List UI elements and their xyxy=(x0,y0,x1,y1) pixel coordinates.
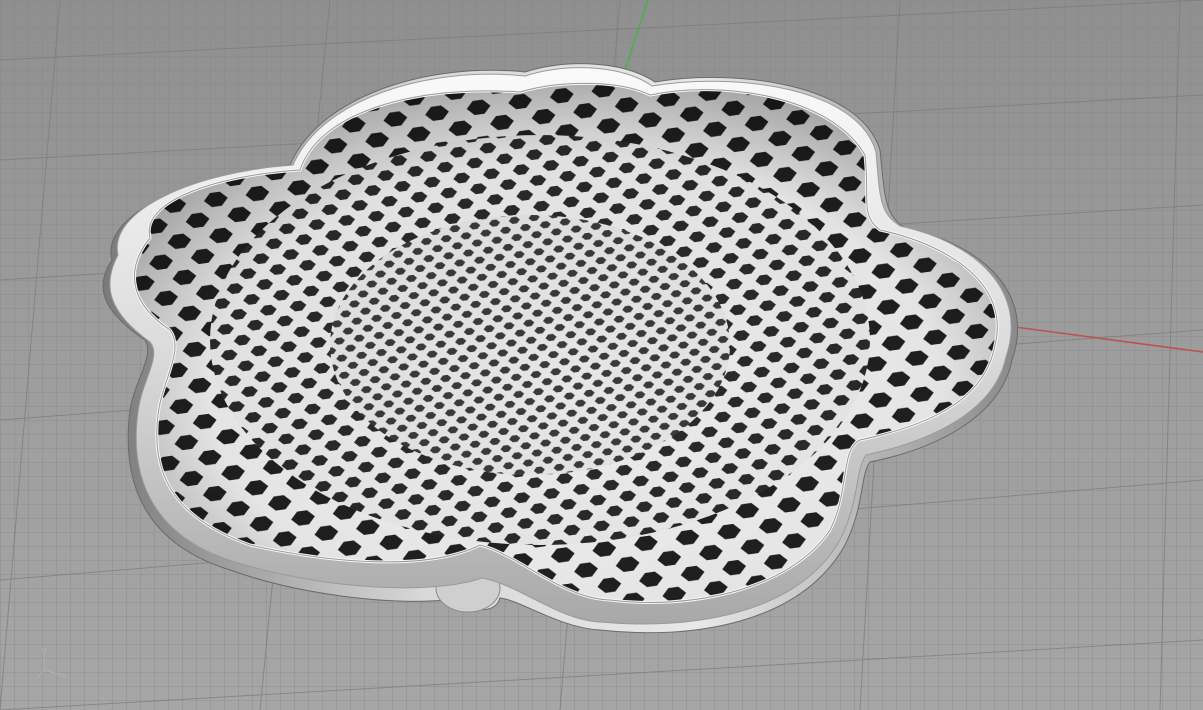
3d-viewport[interactable] xyxy=(0,0,1203,710)
axis-gizmo-icon xyxy=(35,647,67,681)
viewport-scene[interactable] xyxy=(0,0,1203,710)
